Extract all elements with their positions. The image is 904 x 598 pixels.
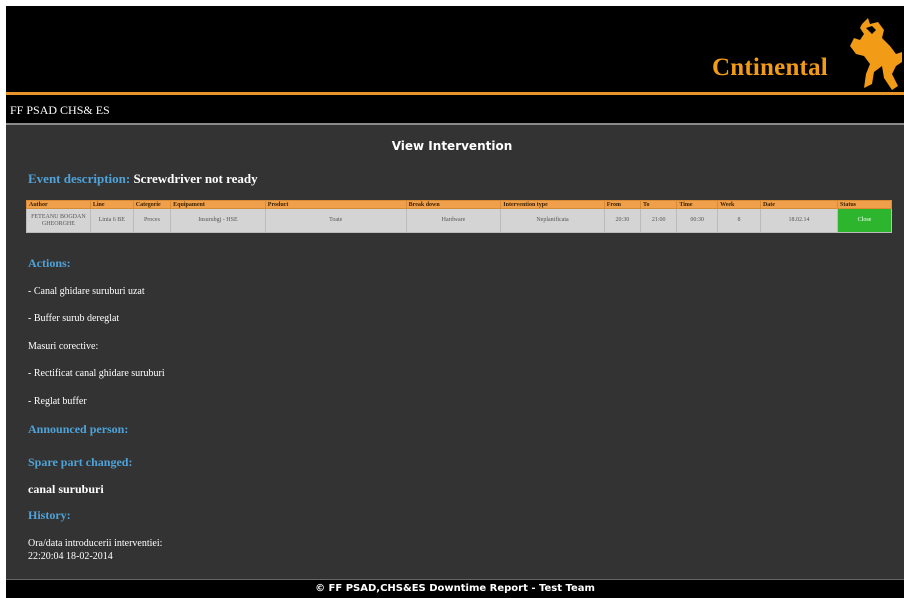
action-line: - Rectificat canal ghidare suruburi bbox=[28, 368, 165, 379]
nav-title[interactable]: FF PSAD CHS& ES bbox=[10, 103, 110, 117]
week-cell: 8 bbox=[717, 208, 761, 233]
column-header: Author bbox=[26, 200, 91, 209]
actions-heading: Actions: bbox=[28, 256, 71, 270]
breakdown-cell: Hardware bbox=[405, 208, 502, 233]
column-header: Categorie bbox=[132, 200, 172, 209]
event-value: Screwdriver not ready bbox=[133, 171, 258, 186]
action-line: - Reglat buffer bbox=[28, 396, 87, 407]
time-cell: 00:30 bbox=[676, 208, 719, 233]
product-cell: Toate bbox=[264, 208, 407, 233]
spare-part-value: canal suruburi bbox=[28, 482, 104, 496]
history-timestamp: 22:20:04 18-02-2014 bbox=[28, 551, 113, 562]
equipment-cell: Insurubgj - HSE bbox=[170, 208, 266, 233]
intervention-table: Author Line Categorie Equipament Product… bbox=[26, 200, 892, 233]
from-cell: 20:30 bbox=[603, 208, 642, 233]
column-header: Break down bbox=[405, 200, 502, 209]
continental-horse-icon bbox=[850, 18, 902, 90]
action-line: - Canal ghidare suruburi uzat bbox=[28, 286, 145, 297]
category-cell: Proces bbox=[132, 208, 172, 233]
event-description: Event description: Screwdriver not ready bbox=[28, 171, 258, 187]
to-cell: 21:00 bbox=[640, 208, 678, 233]
status-badge: Close bbox=[837, 208, 892, 233]
column-header: Equipament bbox=[170, 200, 266, 209]
event-label: Event description: bbox=[28, 171, 131, 186]
main-content: View Intervention Event description: Scr… bbox=[6, 125, 904, 579]
footer: © FF PSAD,CHS&ES Downtime Report - Test … bbox=[6, 579, 904, 598]
column-header: From bbox=[603, 200, 642, 209]
column-header: To bbox=[640, 200, 678, 209]
footer-text: © FF PSAD,CHS&ES Downtime Report - Test … bbox=[315, 583, 595, 594]
column-header: Week bbox=[717, 200, 761, 209]
line-cell: Linia 6 BE bbox=[89, 208, 134, 233]
header-banner: Cntinental bbox=[6, 6, 904, 92]
nav-bar: FF PSAD CHS& ES bbox=[6, 95, 904, 123]
author-cell: FETEANU BOGDAN GHEORGHE bbox=[26, 208, 91, 233]
action-line: - Buffer surub dereglat bbox=[28, 313, 120, 324]
column-header: Status bbox=[837, 200, 892, 209]
brand-c-glyph: C bbox=[712, 54, 731, 81]
action-line: Masuri corective: bbox=[28, 341, 99, 352]
table-header-row: Author Line Categorie Equipament Product… bbox=[26, 200, 892, 209]
column-header: Intervention type bbox=[500, 200, 605, 209]
brand-logo[interactable]: Cntinental bbox=[712, 54, 828, 82]
column-header: Product bbox=[264, 200, 407, 209]
brand-name: ntinental bbox=[730, 54, 828, 81]
page-title: View Intervention bbox=[391, 139, 513, 153]
table-row: FETEANU BOGDAN GHEORGHE Linia 6 BE Proce… bbox=[26, 208, 892, 233]
spare-part-heading: Spare part changed: bbox=[28, 455, 133, 469]
column-header: Line bbox=[89, 200, 134, 209]
column-header: Date bbox=[759, 200, 839, 209]
date-cell: 18.02.14 bbox=[759, 208, 839, 233]
column-header: Time bbox=[676, 200, 719, 209]
history-heading: History: bbox=[28, 508, 71, 522]
intervention-type-cell: Neplanificata bbox=[500, 208, 605, 233]
history-label: Ora/data introducerii interventiei: bbox=[28, 538, 163, 549]
announced-person-heading: Announced person: bbox=[28, 422, 129, 436]
